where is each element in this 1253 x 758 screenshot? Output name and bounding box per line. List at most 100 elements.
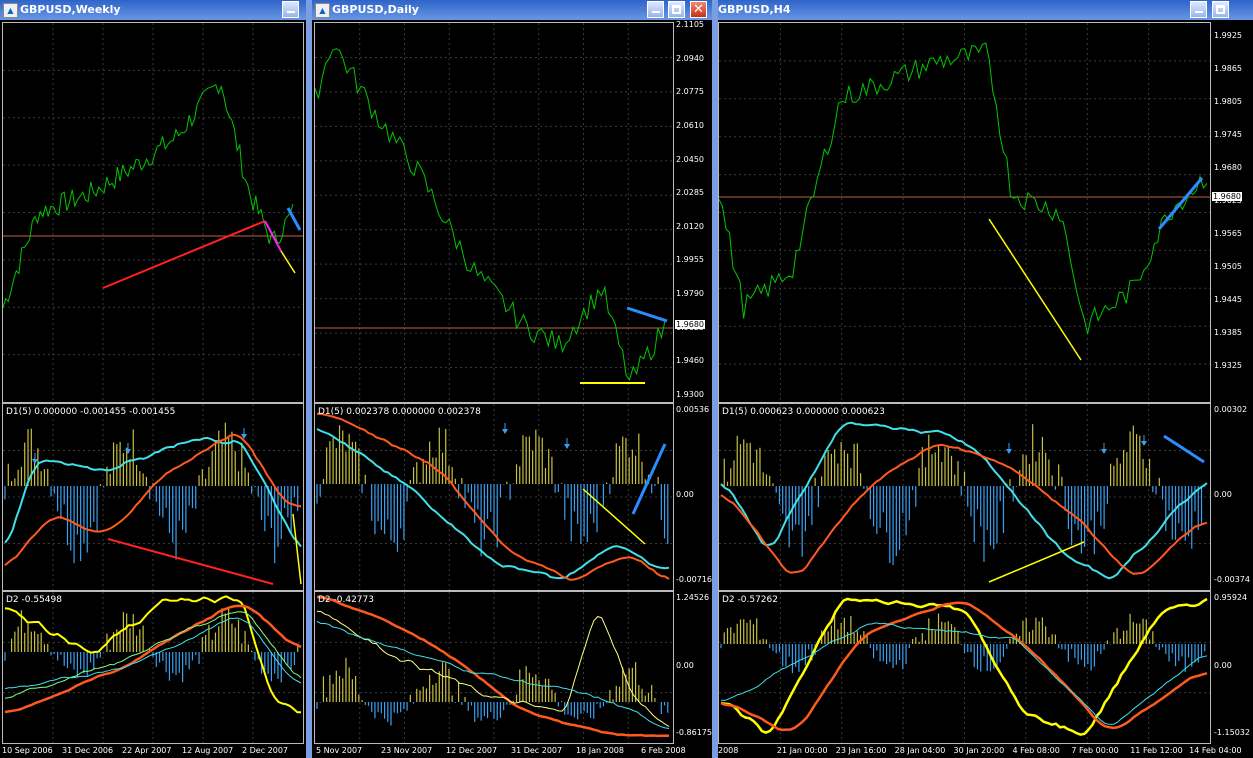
oscillator-line: [316, 610, 670, 728]
indicator-pane-1[interactable]: D1(5) 0.002378 0.000000 0.002378: [314, 403, 674, 591]
current-price-marker: 1.9680: [1212, 192, 1242, 201]
price-line: [315, 48, 666, 381]
price-scale-label: 2.0285: [676, 188, 704, 198]
price-scale-label: 0.00: [676, 660, 694, 670]
price-pane[interactable]: [718, 22, 1211, 403]
price-scale-label: 1.9445: [1214, 295, 1242, 304]
trend-line: [102, 220, 266, 289]
price-scale-label: 1.9745: [1214, 130, 1242, 139]
oscillator-line: [720, 597, 1208, 736]
price-scale-label: 2.0775: [676, 87, 704, 97]
indicator-pane-2[interactable]: D2 -0.57262: [718, 591, 1211, 744]
maximize-button[interactable]: [1212, 1, 1229, 18]
down-arrow: [1141, 441, 1147, 446]
chart-icon: ▲: [315, 3, 330, 18]
time-axis-label: 23 Nov 2007: [381, 746, 433, 755]
time-axis-label: 10 Sep 2006: [2, 746, 53, 755]
price-scale-label: -0.86175: [676, 728, 712, 737]
price-scale-label: 0.00302: [1214, 405, 1248, 414]
price-scale-label: 0.00536: [676, 405, 710, 414]
price-scale-label: 2.1105: [676, 20, 704, 29]
chart-window-h4[interactable]: GBPUSD,H4 1.9925 1.9865 1.9805 1.9745 1.9680…: [718, 0, 1253, 758]
time-axis-label: 12 Aug 2007: [182, 746, 234, 755]
price-scale-label: 1.9505: [1214, 262, 1242, 271]
window-title: GBPUSD,Daily: [332, 3, 419, 16]
down-arrow: [564, 444, 570, 449]
time-axis-label: 28 Jan 04:00: [894, 746, 946, 755]
chart-window-weekly[interactable]: ▲ GBPUSD,Weekly D1(5) 0.000000 -0.001455…: [0, 0, 306, 758]
close-button[interactable]: ✕: [690, 1, 707, 18]
price-scale-label: -1.15032: [1214, 728, 1250, 737]
trend-line: [292, 513, 302, 585]
price-scale-label: 1.9805: [1214, 97, 1242, 106]
title-bar[interactable]: GBPUSD,H4: [718, 0, 1253, 20]
down-arrow: [1101, 449, 1107, 454]
price-scale-label: 1.9925: [1214, 31, 1242, 40]
time-axis-label: 30 Jan 20:00: [953, 746, 1005, 755]
time-axis-label: 23 Jan 16:00: [835, 746, 887, 755]
trend-line: [280, 250, 296, 274]
time-axis-label: 2008: [718, 746, 739, 755]
time-axis-label: 31 Dec 2006: [62, 746, 114, 755]
price-scale-label: 1.9865: [1214, 64, 1242, 73]
price-scale-label: 1.9790: [676, 289, 704, 299]
indicator-pane-2[interactable]: D2 -0.55498: [2, 591, 304, 744]
oscillator-line: [316, 595, 670, 738]
trend-line: [988, 541, 1085, 583]
down-arrow: [502, 429, 508, 434]
indicator-label: D2 -0.42773: [318, 595, 374, 605]
time-axis-label: 5 Nov 2007: [316, 746, 363, 755]
down-arrow: [125, 449, 131, 454]
trend-line: [631, 443, 667, 515]
indicator-label: D1(5) 0.000623 0.000000 0.000623: [722, 407, 885, 417]
price-scale-label: 2.0610: [676, 120, 704, 130]
time-axis-label: 11 Feb 12:00: [1130, 746, 1183, 755]
down-arrow: [1006, 449, 1012, 454]
price-pane[interactable]: [314, 22, 674, 403]
window-title: GBPUSD,H4: [718, 3, 791, 16]
price-pane[interactable]: [2, 22, 304, 403]
time-axis-label: 6 Feb 2008: [641, 746, 686, 755]
oscillator-line: [720, 601, 1208, 732]
price-scale-label: 0.00: [676, 490, 694, 499]
indicator-label: D2 -0.57262: [722, 595, 778, 605]
price-scale-label: 1.24526: [676, 593, 710, 602]
trend-line: [1157, 177, 1204, 230]
time-axis-label: 14 Feb 04:00: [1189, 746, 1242, 755]
maximize-button[interactable]: [668, 1, 685, 18]
price-scale-label: 1.9300: [676, 390, 704, 399]
price-scale-label: 0.00: [1214, 490, 1232, 499]
price-scale-label: 2.0450: [676, 154, 704, 164]
time-axis-label: 31 Dec 2007: [511, 746, 563, 755]
title-bar[interactable]: ▲ GBPUSD,Weekly: [0, 0, 306, 20]
time-axis-label: 21 Jan 00:00: [776, 746, 828, 755]
minimize-button[interactable]: [1190, 1, 1207, 18]
indicator-label: D1(5) 0.000000 -0.001455 -0.001455: [6, 407, 176, 417]
indicator-pane-1[interactable]: D1(5) 0.000623 0.000000 0.000623: [718, 403, 1211, 591]
current-price-marker: 1.9680: [675, 320, 705, 329]
price-scale-label: -0.00716: [676, 575, 712, 584]
price-scale-label: 1.9460: [676, 356, 704, 366]
time-axis-label: 4 Feb 08:00: [1012, 746, 1060, 755]
time-axis-label: 18 Jan 2008: [576, 746, 624, 755]
price-scale-label: 1.9565: [1214, 229, 1242, 238]
minimize-button[interactable]: [282, 1, 299, 18]
time-axis-label: 2 Dec 2007: [242, 746, 289, 755]
price-scale-label: 1.9385: [1214, 328, 1242, 337]
chart-window-daily[interactable]: ▲ GBPUSD,Daily ✕ 2.1105 2.0940 2.0775 2.061…: [312, 0, 712, 758]
indicator-pane-2[interactable]: D2 -0.42773: [314, 591, 674, 744]
window-title: GBPUSD,Weekly: [20, 3, 121, 16]
trend-line: [626, 306, 668, 323]
price-scale-label: 2.0940: [676, 53, 704, 63]
time-axis-label: 7 Feb 00:00: [1071, 746, 1119, 755]
title-bar[interactable]: ▲ GBPUSD,Daily ✕: [312, 0, 712, 20]
indicator-label: D2 -0.55498: [6, 595, 62, 605]
trend-line: [286, 207, 302, 231]
indicator-pane-1[interactable]: D1(5) 0.000000 -0.001455 -0.001455: [2, 403, 304, 591]
oscillator-line: [316, 620, 670, 729]
minimize-button[interactable]: [647, 1, 664, 18]
price-scale-label: -0.00374: [1214, 575, 1250, 584]
time-axis-label: 12 Dec 2007: [446, 746, 498, 755]
price-scale-label: 2.0120: [676, 221, 704, 231]
trend-line: [107, 538, 274, 585]
